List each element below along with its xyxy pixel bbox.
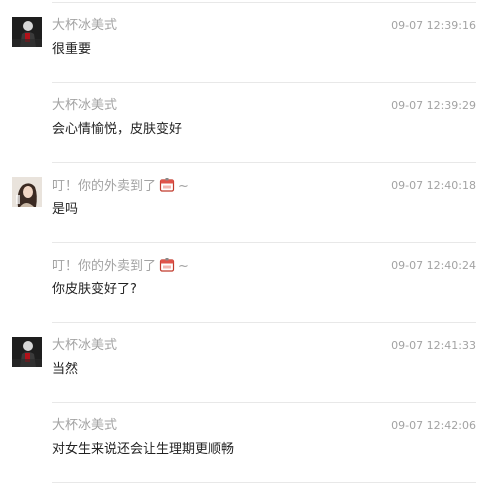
sender-name-suffix: ~: [178, 259, 189, 274]
sender-name[interactable]: 叮！你的外卖到了 ~: [52, 177, 189, 199]
message-text: 你皮肤变好了?: [52, 282, 137, 297]
chat-history: 大杯冰美式 09-07 12:39:16 很重要 大杯冰美式 09-07 12:…: [0, 0, 487, 493]
message-timestamp: 09-07 12:42:06: [391, 419, 476, 432]
message-text: 是吗: [52, 202, 79, 217]
message-item: 大杯冰美式 09-07 12:42:06 对女生来说还会让生理期更顺畅: [0, 403, 487, 483]
sender-name[interactable]: 大杯冰美式: [52, 97, 117, 115]
message-text: 会心情愉悦，皮肤变好: [52, 122, 183, 137]
sender-name-text: 叮！你的外卖到了: [52, 259, 157, 274]
message-timestamp: 09-07 12:41:33: [391, 339, 476, 352]
message-item: 大杯冰美式 09-07 12:41:33 当然: [0, 323, 487, 403]
message-text: 对女生来说还会让生理期更顺畅: [52, 442, 235, 457]
message-item: 叮！你的外卖到了 ~ 09-07 12:40:18 是吗: [0, 163, 487, 243]
message-text: 当然: [52, 362, 79, 377]
sender-name[interactable]: 大杯冰美式: [52, 17, 117, 35]
message-timestamp: 09-07 12:39:29: [391, 99, 476, 112]
takeout-box-icon: [159, 257, 175, 279]
girl-photo-avatar[interactable]: [12, 177, 42, 207]
sender-name-suffix: ~: [178, 179, 189, 194]
sender-name[interactable]: 大杯冰美式: [52, 417, 117, 435]
sender-name[interactable]: 叮！你的外卖到了 ~: [52, 257, 189, 279]
takeout-box-icon: [159, 177, 175, 199]
message-item: 大杯冰美式 09-07 12:39:29 会心情愉悦，皮肤变好: [0, 83, 487, 163]
message-timestamp: 09-07 12:39:16: [391, 19, 476, 32]
divider: [52, 482, 476, 483]
dark-figure-avatar[interactable]: [12, 337, 42, 367]
message-item: 大杯冰美式 09-07 12:39:16 很重要: [0, 3, 487, 83]
message-timestamp: 09-07 12:40:18: [391, 179, 476, 192]
sender-name-text: 叮！你的外卖到了: [52, 179, 157, 194]
message-timestamp: 09-07 12:40:24: [391, 259, 476, 272]
message-item: 叮！你的外卖到了 ~ 09-07 12:40:24 你皮肤变好了?: [0, 243, 487, 323]
sender-name[interactable]: 大杯冰美式: [52, 337, 117, 355]
dark-figure-avatar[interactable]: [12, 17, 42, 47]
message-text: 很重要: [52, 42, 92, 57]
